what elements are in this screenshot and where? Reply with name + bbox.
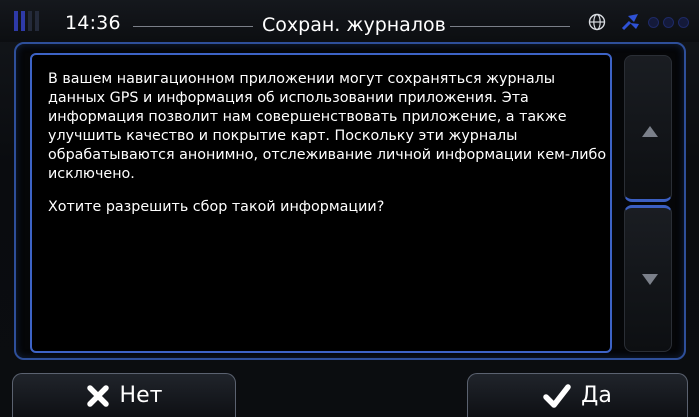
satellite-icon [621, 14, 639, 31]
title-divider-left [133, 26, 253, 27]
checkmark-icon [543, 383, 571, 408]
message-paragraph-1: В вашем навигационном приложении могут с… [48, 71, 607, 182]
globe-icon [588, 13, 606, 31]
message-paragraph-2: Хотите разрешить сбор такой информации? [48, 199, 385, 215]
scroll-down-button[interactable] [624, 205, 672, 352]
signal-icon [14, 11, 39, 31]
yes-button-label: Да [581, 383, 612, 408]
status-bar: 14:36 Сохран. журналов [0, 0, 699, 42]
arrow-up-icon [642, 126, 658, 137]
arrow-down-icon [642, 274, 658, 285]
title-divider-right [450, 26, 570, 27]
yes-button[interactable]: Да [467, 373, 688, 417]
gps-dots-icon [648, 17, 689, 28]
message-text: В вашем навигационном приложении могут с… [48, 70, 608, 231]
screen: 14:36 Сохран. журналов В вашем навигацио… [0, 0, 699, 417]
scroll-up-button[interactable] [624, 55, 672, 202]
clock: 14:36 [65, 12, 121, 34]
page-title: Сохран. журналов [262, 14, 446, 36]
cross-icon [86, 384, 109, 407]
no-button[interactable]: Нет [12, 373, 236, 417]
no-button-label: Нет [119, 383, 163, 408]
